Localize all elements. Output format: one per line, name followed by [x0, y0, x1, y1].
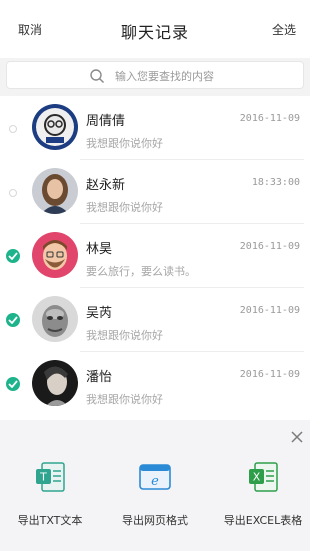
search-bar: 输入您要查找的内容 [0, 58, 310, 96]
chat-row[interactable]: 潘怡 我想跟你说你好 2016-11-09 [0, 352, 310, 416]
chat-row[interactable]: 周倩倩 我想跟你说你好 2016-11-09 [0, 96, 310, 160]
avatar [32, 296, 78, 342]
search-icon [90, 69, 105, 84]
chat-message: 要么旅行，要么读书。 [86, 265, 196, 278]
export-txt-label: 导出TXT文本 [17, 514, 83, 527]
txt-file-icon: T [36, 462, 65, 492]
export-txt-button[interactable]: T 导出TXT文本 [0, 460, 105, 540]
chat-time: 2016-11-09 [239, 241, 300, 252]
avatar [32, 104, 78, 150]
chat-message: 我想跟你说你好 [86, 201, 163, 214]
chat-name: 赵永新 [86, 178, 126, 193]
chat-time: 2016-11-09 [239, 369, 300, 380]
chat-message: 我想跟你说你好 [86, 137, 163, 150]
select-checkbox-checked[interactable] [6, 377, 20, 391]
excel-file-icon: X [249, 462, 278, 492]
close-icon[interactable] [290, 430, 304, 444]
chat-name: 吴芮 [86, 306, 113, 321]
chat-message: 我想跟你说你好 [86, 393, 163, 406]
check-icon [8, 316, 18, 324]
web-icon-letter: e [151, 474, 159, 489]
select-all-button[interactable]: 全选 [272, 21, 296, 38]
chat-name: 林昊 [86, 242, 113, 257]
search-input[interactable]: 输入您要查找的内容 [6, 61, 304, 89]
search-placeholder: 输入您要查找的内容 [115, 70, 214, 83]
select-checkbox-checked[interactable] [6, 249, 20, 263]
excel-icon-letter: X [253, 471, 261, 484]
avatar [32, 232, 78, 278]
select-checkbox-checked[interactable] [6, 313, 20, 327]
chat-time: 2016-11-09 [239, 305, 300, 316]
check-icon [8, 252, 18, 260]
export-excel-button[interactable]: X 导出EXCEL表格 [208, 460, 318, 540]
web-page-icon: e [139, 464, 171, 490]
chat-name: 周倩倩 [86, 114, 126, 129]
chat-name: 潘怡 [86, 370, 113, 385]
export-panel: T 导出TXT文本 e 导出网页格式 X 导出EXCEL表格 [0, 420, 310, 551]
txt-icon-letter: T [39, 471, 47, 484]
chat-row[interactable]: 林昊 要么旅行，要么读书。 2016-11-09 [0, 224, 310, 288]
chat-time: 18:33:00 [251, 177, 300, 188]
export-web-label: 导出网页格式 [122, 514, 188, 527]
page-title: 聊天记录 [120, 23, 189, 42]
export-excel-label: 导出EXCEL表格 [223, 514, 303, 527]
select-checkbox[interactable] [9, 125, 17, 133]
chat-row[interactable]: 赵永新 我想跟你说你好 18:33:00 [0, 160, 310, 224]
chat-row[interactable]: 吴芮 我想跟你说你好 2016-11-09 [0, 288, 310, 352]
chat-message: 我想跟你说你好 [86, 329, 163, 342]
avatar [32, 360, 78, 406]
check-icon [8, 380, 18, 388]
export-web-button[interactable]: e 导出网页格式 [100, 460, 210, 540]
avatar [32, 168, 78, 214]
select-checkbox[interactable] [9, 189, 17, 197]
chat-list: 周倩倩 我想跟你说你好 2016-11-09 赵永新 我想跟你说你好 18:33… [0, 96, 310, 418]
header: 取消 聊天记录 全选 [0, 0, 310, 58]
chat-time: 2016-11-09 [239, 113, 300, 124]
